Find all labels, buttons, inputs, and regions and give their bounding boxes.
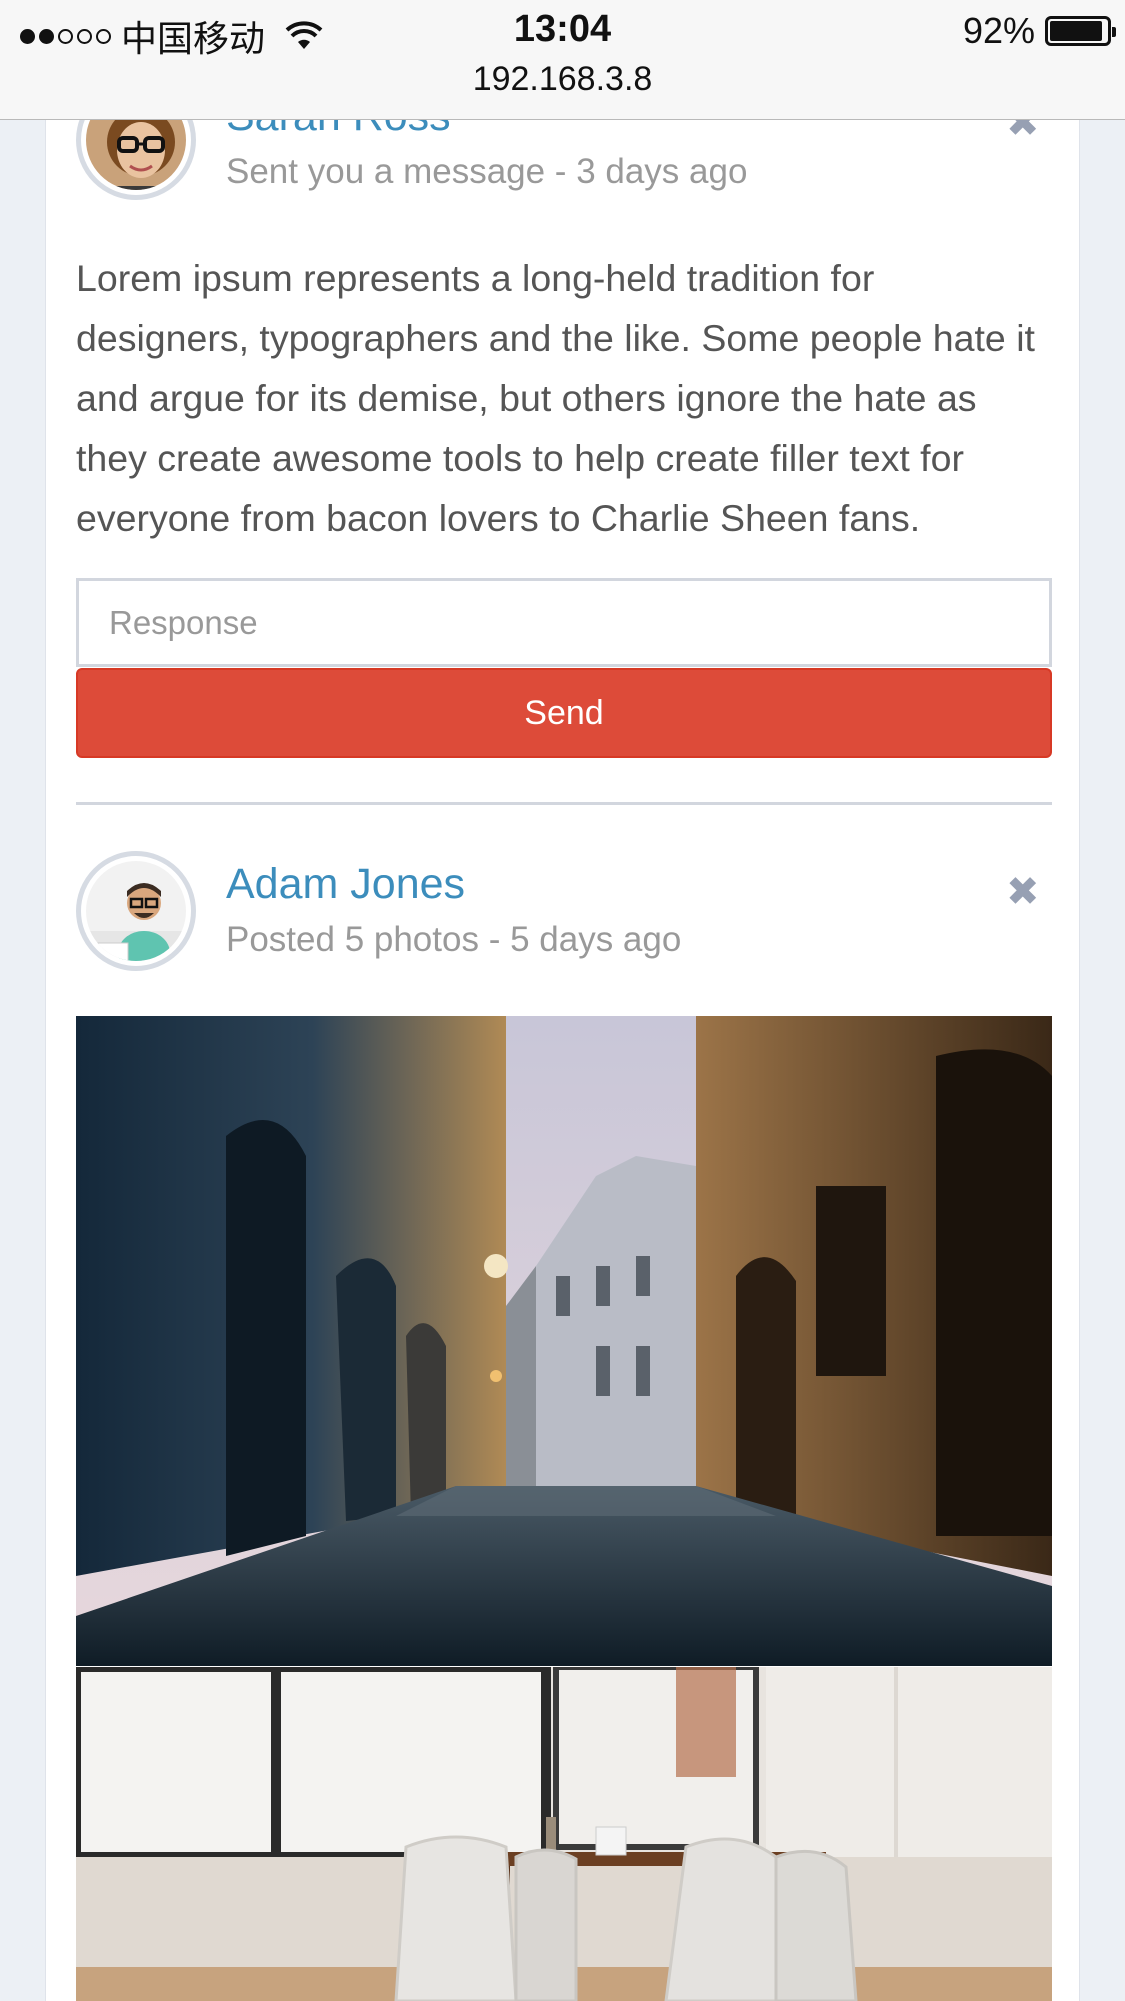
- response-input[interactable]: [76, 578, 1052, 667]
- address-bar[interactable]: 192.168.3.8: [0, 60, 1125, 99]
- interior-photo: [76, 1667, 1052, 2001]
- send-button[interactable]: Send: [76, 668, 1052, 758]
- activity-feed: Sarah Ross Sent you a message - 3 days a…: [45, 0, 1080, 2001]
- battery-percent: 92%: [962, 10, 1035, 51]
- battery-level: [1050, 21, 1102, 41]
- battery-status: 92%: [962, 10, 1116, 52]
- post-meta: Sent you a message - 3 days ago: [226, 152, 748, 191]
- post-photo[interactable]: [76, 1016, 1052, 1666]
- post-divider: [76, 802, 1052, 805]
- close-icon[interactable]: ✖: [1006, 872, 1040, 912]
- message-body: Lorem ipsum represents a long-held tradi…: [76, 257, 1035, 539]
- status-bar: 中国移动 13:04 92% 192.168.3.8: [0, 0, 1125, 120]
- avatar-adam-jones[interactable]: [76, 851, 196, 971]
- post-photo[interactable]: [76, 1667, 1052, 2001]
- clock: 13:04: [513, 8, 612, 50]
- battery-icon: [1045, 16, 1116, 46]
- street-photo: [76, 1016, 1052, 1666]
- post-meta: Posted 5 photos - 5 days ago: [226, 920, 682, 959]
- avatar-image: [86, 861, 186, 961]
- user-name-link[interactable]: Adam Jones: [226, 860, 465, 909]
